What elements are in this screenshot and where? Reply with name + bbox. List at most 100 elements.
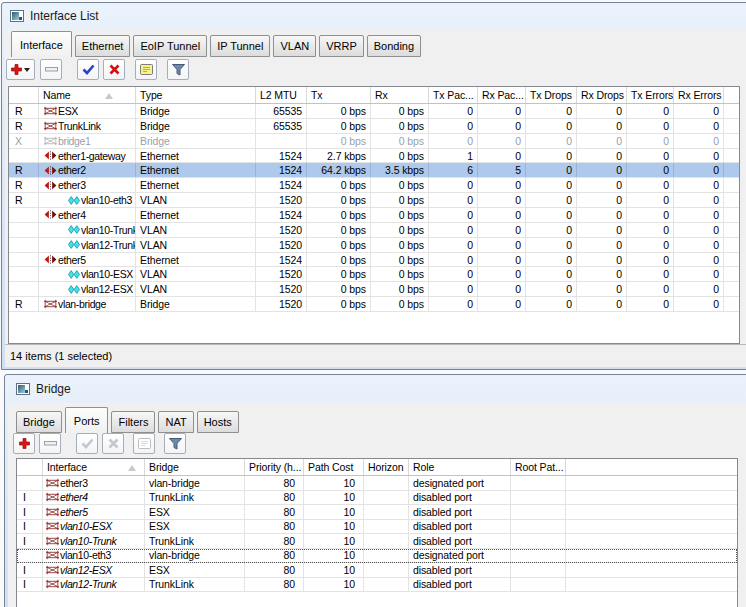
column-header-bridge[interactable]: Bridge — [145, 459, 245, 475]
tab-ip-tunnel[interactable]: IP Tunnel — [210, 35, 270, 57]
column-header-blank[interactable] — [17, 459, 43, 475]
cell-horizon — [364, 578, 409, 592]
table-row[interactable]: Iether5ESX8010disabled port — [17, 505, 737, 520]
column-header-type[interactable]: Type — [136, 87, 256, 103]
enable-button[interactable] — [77, 59, 99, 80]
column-header-priority-h-[interactable]: Priority (h... — [245, 459, 304, 475]
table-row[interactable]: Iether4TrunkLink8010disabled port — [17, 491, 737, 506]
tab-hosts[interactable]: Hosts — [197, 411, 239, 433]
cell-l2mtu: 1520 — [256, 267, 307, 281]
filter-button[interactable] — [167, 59, 189, 80]
table-row[interactable]: vlan12-TrunkVLAN15200 bps0 bps000000 — [9, 238, 739, 253]
column-header-blank[interactable] — [724, 87, 739, 103]
cell-tx: 0 bps — [307, 119, 371, 133]
cell-priority: 80 — [245, 505, 304, 519]
comment-button[interactable] — [133, 433, 155, 454]
cell-role: disabled port — [409, 534, 511, 548]
column-header-rx[interactable]: Rx — [371, 87, 429, 103]
remove-button[interactable] — [39, 433, 61, 454]
cell-flag — [17, 476, 43, 490]
cell-type: Bridge — [136, 134, 256, 148]
tab-ethernet[interactable]: Ethernet — [75, 35, 131, 57]
table-row[interactable]: RTrunkLinkBridge655350 bps0 bps000000 — [9, 119, 739, 134]
bridge-icon — [44, 299, 57, 309]
table-row[interactable]: vlan12-ESXVLAN15200 bps0 bps000000 — [9, 282, 739, 297]
tab-nat[interactable]: NAT — [158, 411, 193, 433]
table-row[interactable]: Xbridge1Bridge0 bps0 bps000000 — [9, 134, 739, 149]
table-row[interactable]: vlan10-eth3vlan-bridge8010designated por… — [17, 549, 737, 564]
column-header-tx-errors[interactable]: Tx Errors — [627, 87, 674, 103]
disable-icon — [109, 64, 120, 75]
table-row[interactable]: ether3vlan-bridge8010designated port — [17, 476, 737, 491]
cell-flag: I — [17, 520, 43, 534]
table-row[interactable]: ether1-gatewayEthernet15242.7 kbps0 bps1… — [9, 149, 739, 164]
column-header-blank[interactable] — [9, 87, 39, 103]
table-row[interactable]: vlan10-ESXVLAN15200 bps0 bps000000 — [9, 267, 739, 282]
tab-ports[interactable]: Ports — [65, 407, 109, 433]
filter-button[interactable] — [164, 433, 186, 454]
cell-horizon — [364, 563, 409, 577]
table-row[interactable]: vlan10-TrunkVLAN15200 bps0 bps000000 — [9, 223, 739, 238]
port-name: vlan10-eth3 — [60, 549, 111, 561]
bridge-port-icon — [46, 521, 59, 531]
table-row[interactable]: Ivlan12-ESXESX8010disabled port — [17, 563, 737, 578]
cell-bridge: ESX — [145, 563, 245, 577]
disable-button[interactable] — [102, 433, 124, 454]
cell-name: vlan10-eth3 — [43, 549, 145, 563]
enable-button[interactable] — [76, 433, 98, 454]
tab-bridge[interactable]: Bridge — [16, 411, 62, 433]
cell-l2mtu: 1520 — [256, 223, 307, 237]
column-header-tx-drops[interactable]: Tx Drops — [526, 87, 577, 103]
column-header-interface[interactable]: Interface — [43, 459, 145, 475]
table-row[interactable]: RESXBridge655350 bps0 bps000000 — [9, 104, 739, 119]
tab-bonding[interactable]: Bonding — [367, 35, 421, 57]
column-header-horizon[interactable]: Horizon — [364, 459, 409, 475]
column-header-name[interactable]: Name — [39, 87, 136, 103]
table-row[interactable]: ether4Ethernet15240 bps0 bps000000 — [9, 208, 739, 223]
column-header-blank[interactable] — [566, 459, 737, 475]
disable-icon — [108, 438, 119, 449]
cell-rxe: 0 — [674, 223, 724, 237]
tab-filters[interactable]: Filters — [111, 411, 155, 433]
table-row[interactable]: Ivlan10-TrunkTrunkLink8010disabled port — [17, 534, 737, 549]
ethernet-icon — [44, 210, 57, 219]
remove-button[interactable] — [40, 59, 62, 80]
table-row[interactable]: Rether3Ethernet15240 bps0 bps000000 — [9, 178, 739, 193]
comment-button[interactable] — [135, 59, 157, 80]
add-button[interactable] — [6, 59, 35, 80]
table-row[interactable]: ether5Ethernet15240 bps0 bps000000 — [9, 253, 739, 268]
cell-type: VLAN — [136, 223, 256, 237]
column-header-path-cost[interactable]: Path Cost — [304, 459, 364, 475]
interface-name: vlan12-Trunk — [81, 239, 136, 251]
disable-button[interactable] — [103, 59, 125, 80]
cell-rxd: 0 — [577, 149, 627, 163]
column-header-tx[interactable]: Tx — [307, 87, 371, 103]
column-header-root-pat-[interactable]: Root Pat... — [511, 459, 566, 475]
cell-flag: I — [17, 491, 43, 505]
tab-eoip-tunnel[interactable]: EoIP Tunnel — [133, 35, 207, 57]
table-row[interactable]: Rvlan10-eth3VLAN15200 bps0 bps000000 — [9, 193, 739, 208]
cell-filler — [724, 282, 739, 296]
column-header-role[interactable]: Role — [409, 459, 511, 475]
tab-vlan[interactable]: VLAN — [273, 35, 316, 57]
table-row[interactable]: Ivlan12-TrunkTrunkLink8010disabled port — [17, 578, 737, 593]
tab-interface[interactable]: Interface — [11, 31, 72, 57]
add-button[interactable] — [13, 433, 35, 454]
cell-role: designated port — [409, 549, 511, 563]
table-row[interactable]: Rvlan-bridgeBridge15200 bps0 bps000000 — [9, 297, 739, 312]
table-row[interactable]: Ivlan10-ESXESX8010disabled port — [17, 520, 737, 535]
tab-vrrp[interactable]: VRRP — [319, 35, 364, 57]
column-header-rx-pac-[interactable]: Rx Pac... — [478, 87, 526, 103]
table-row[interactable]: Rether2Ethernet152464.2 kbps3.5 kbps6500… — [9, 163, 739, 178]
cell-l2mtu: 1524 — [256, 208, 307, 222]
cell-bridge: TrunkLink — [145, 578, 245, 592]
vlan-icon — [68, 225, 80, 234]
cell-tx: 0 bps — [307, 134, 371, 148]
bridge-port-icon — [46, 550, 59, 560]
cell-name: vlan12-ESX — [39, 282, 136, 296]
column-header-l2-mtu[interactable]: L2 MTU — [256, 87, 307, 103]
column-header-rx-errors[interactable]: Rx Errors — [674, 87, 724, 103]
column-header-tx-pac-[interactable]: Tx Pac... — [429, 87, 478, 103]
column-header-rx-drops[interactable]: Rx Drops — [577, 87, 627, 103]
bridge-tabs: BridgePortsFiltersNATHosts — [16, 407, 239, 433]
